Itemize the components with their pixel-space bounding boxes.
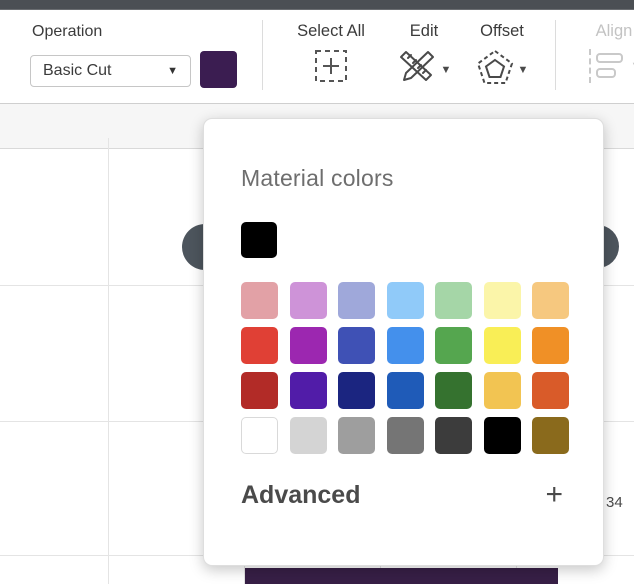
align-label: Align — [596, 22, 633, 41]
offset-label: Offset — [480, 22, 524, 41]
operation-label: Operation — [32, 23, 102, 41]
color-swatch[interactable] — [435, 327, 472, 364]
color-swatch[interactable] — [435, 417, 472, 454]
dashed-pentagon-icon — [476, 49, 514, 90]
color-swatch[interactable] — [290, 282, 327, 319]
color-swatch[interactable] — [532, 282, 569, 319]
operation-dropdown[interactable]: Basic Cut ▼ — [30, 55, 191, 87]
add-color-button[interactable]: + — [545, 480, 563, 510]
select-all-label: Select All — [297, 22, 365, 41]
current-color-swatch[interactable] — [241, 222, 277, 258]
app-top-strip — [0, 0, 634, 10]
operation-dropdown-value: Basic Cut — [43, 62, 111, 80]
color-swatch[interactable] — [241, 327, 278, 364]
edit-button[interactable]: Edit ▼ — [388, 22, 460, 90]
color-swatch[interactable] — [435, 282, 472, 319]
color-swatch[interactable] — [435, 372, 472, 409]
canvas-dimension-label: 34 — [606, 494, 623, 511]
advanced-label: Advanced — [241, 481, 360, 510]
color-swatch[interactable] — [338, 327, 375, 364]
color-swatch[interactable] — [387, 282, 424, 319]
color-swatch[interactable] — [532, 417, 569, 454]
color-swatch[interactable] — [241, 417, 278, 454]
color-swatch[interactable] — [338, 372, 375, 409]
color-swatch[interactable] — [532, 327, 569, 364]
toolbar-divider — [555, 20, 556, 90]
material-colors-popup: Material colors Advanced + — [203, 118, 604, 566]
color-swatch[interactable] — [338, 282, 375, 319]
color-swatch[interactable] — [387, 327, 424, 364]
color-swatch[interactable] — [241, 282, 278, 319]
grid-line — [108, 138, 109, 584]
pencil-ruler-icon — [397, 49, 437, 90]
align-button: Align ▼ — [578, 22, 634, 83]
chevron-down-icon: ▼ — [631, 60, 634, 72]
offset-button[interactable]: Offset ▼ — [462, 22, 542, 90]
color-swatch[interactable] — [484, 417, 521, 454]
color-swatch[interactable] — [241, 372, 278, 409]
toolbar-divider — [262, 20, 263, 90]
chevron-down-icon: ▼ — [518, 64, 529, 76]
color-swatch[interactable] — [290, 417, 327, 454]
advanced-row: Advanced + — [241, 477, 563, 513]
color-swatch[interactable] — [290, 327, 327, 364]
color-swatch[interactable] — [387, 417, 424, 454]
toolbar: Operation Basic Cut ▼ Select All Edit — [0, 10, 634, 104]
color-swatch[interactable] — [484, 282, 521, 319]
chevron-down-icon: ▼ — [167, 65, 178, 77]
color-swatch[interactable] — [532, 372, 569, 409]
material-color-grid — [241, 282, 569, 454]
chevron-down-icon: ▼ — [441, 64, 452, 76]
align-bars-icon — [587, 49, 627, 83]
selected-shape[interactable] — [245, 568, 558, 584]
cut-color-swatch-button[interactable] — [200, 51, 237, 88]
edit-label: Edit — [410, 22, 438, 41]
dashed-box-plus-icon — [314, 49, 348, 88]
color-swatch[interactable] — [338, 417, 375, 454]
select-all-button[interactable]: Select All — [291, 22, 371, 88]
popup-title: Material colors — [241, 165, 394, 192]
color-swatch[interactable] — [387, 372, 424, 409]
color-swatch[interactable] — [484, 372, 521, 409]
design-canvas[interactable]: 34 Material colors Advanced + — [0, 104, 634, 584]
color-swatch[interactable] — [290, 372, 327, 409]
color-swatch[interactable] — [484, 327, 521, 364]
